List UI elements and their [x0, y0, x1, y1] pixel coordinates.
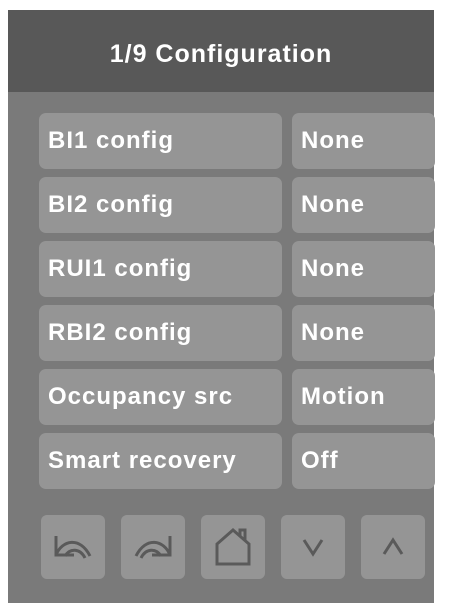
- setting-value-button[interactable]: Off: [292, 433, 435, 489]
- setting-value-button[interactable]: None: [292, 113, 435, 169]
- setting-value-button[interactable]: None: [292, 177, 435, 233]
- home-icon: [215, 528, 251, 566]
- home-button[interactable]: [201, 515, 265, 579]
- scroll-down-button[interactable]: [281, 515, 345, 579]
- undo-button[interactable]: [41, 515, 105, 579]
- setting-label-button[interactable]: Occupancy src: [39, 369, 282, 425]
- chevron-up-icon: [382, 537, 404, 555]
- setting-label-button[interactable]: BI1 config: [39, 113, 282, 169]
- page-title: 1/9 Configuration: [109, 39, 333, 68]
- setting-label-button[interactable]: RUI1 config: [39, 241, 282, 297]
- setting-value-button[interactable]: None: [292, 241, 435, 297]
- setting-label-button[interactable]: RBI2 config: [39, 305, 282, 361]
- setting-label-button[interactable]: BI2 config: [39, 177, 282, 233]
- redo-icon: [134, 536, 172, 559]
- redo-button[interactable]: [121, 515, 185, 579]
- setting-value-button[interactable]: None: [292, 305, 435, 361]
- undo-icon: [54, 536, 92, 559]
- setting-label-button[interactable]: Smart recovery: [39, 433, 282, 489]
- chevron-down-icon: [302, 539, 324, 557]
- setting-value-button[interactable]: Motion: [292, 369, 435, 425]
- header-bar: 1/9 Configuration: [8, 10, 434, 92]
- scroll-up-button[interactable]: [361, 515, 425, 579]
- thermostat-screen: 1/9 Configuration BI1 config None BI2 co…: [8, 10, 435, 603]
- navigation-bar: [41, 515, 425, 579]
